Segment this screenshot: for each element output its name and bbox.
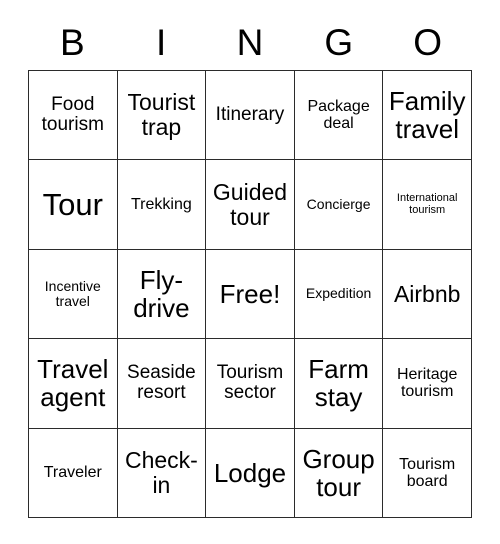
- bingo-header-letter-i: I: [156, 21, 167, 63]
- bingo-cell-r1c2[interactable]: Tourist trap: [117, 71, 207, 161]
- bingo-cell-label: Expedition: [305, 285, 372, 302]
- bingo-cell-r3c5[interactable]: Airbnb: [383, 249, 472, 340]
- bingo-free-space-label: Free!: [219, 278, 281, 309]
- bingo-cell-r2c3[interactable]: Guided tour: [206, 160, 295, 250]
- bingo-cell-r2c1[interactable]: Tour: [29, 160, 118, 250]
- bingo-cell-label: Tour: [42, 186, 103, 222]
- bingo-cell-r1c5[interactable]: Family travel: [383, 71, 472, 161]
- bingo-cell-label: Check-in: [124, 446, 198, 498]
- bingo-cell-r3c4[interactable]: Expedition: [294, 249, 384, 340]
- bingo-cell-r5c2[interactable]: Check-in: [117, 428, 207, 518]
- bingo-cell-label: Itinerary: [215, 103, 285, 125]
- bingo-cell-label: Package deal: [307, 97, 370, 133]
- bingo-cell-r4c4[interactable]: Farm stay: [294, 339, 384, 429]
- bingo-cell-label: Farm stay: [308, 354, 369, 413]
- bingo-header-letter-n: N: [236, 21, 264, 63]
- bingo-header-letter-b: B: [60, 21, 85, 63]
- bingo-cell-r2c4[interactable]: Concierge: [294, 160, 384, 250]
- bingo-cell-label: Seaside resort: [127, 361, 196, 404]
- bingo-cell-label: International tourism: [396, 191, 458, 216]
- bingo-cell-label: Food tourism: [41, 93, 104, 136]
- bingo-cell-label: Concierge: [306, 196, 371, 213]
- bingo-cell-r5c5[interactable]: Tourism board: [383, 428, 472, 518]
- bingo-cell-label: Group tour: [302, 443, 375, 502]
- bingo-cell-r4c5[interactable]: Heritage tourism: [383, 339, 472, 429]
- bingo-cell-r2c2[interactable]: Trekking: [117, 160, 207, 250]
- bingo-cell-label: Guided tour: [212, 178, 288, 230]
- bingo-cell-label: Fly-drive: [133, 264, 190, 323]
- bingo-cell-r3c1[interactable]: Incentive travel: [29, 249, 118, 340]
- bingo-cell-label: Traveler: [43, 464, 102, 482]
- bingo-cell-r1c1[interactable]: Food tourism: [29, 71, 118, 161]
- bingo-cell-r5c1[interactable]: Traveler: [29, 428, 118, 518]
- bingo-cell-label: Family travel: [388, 86, 466, 145]
- bingo-cell-label: Lodge: [213, 457, 287, 488]
- bingo-cell-r4c1[interactable]: Travel agent: [29, 339, 118, 429]
- bingo-cell-label: Heritage tourism: [396, 366, 458, 401]
- bingo-cell-r1c4[interactable]: Package deal: [294, 71, 384, 161]
- bingo-cell-r1c3[interactable]: Itinerary: [206, 71, 295, 161]
- bingo-cell-free-space[interactable]: Free!: [206, 249, 295, 340]
- bingo-cell-label: Travel agent: [37, 354, 109, 413]
- bingo-header-letter-o: O: [413, 21, 442, 63]
- bingo-header-row: B I N G O: [28, 14, 472, 70]
- bingo-cell-label: Tourist trap: [127, 89, 196, 141]
- bingo-cell-r2c5[interactable]: International tourism: [383, 160, 472, 250]
- bingo-card: B I N G O Food tourism Tourist trap Itin…: [28, 14, 472, 518]
- bingo-cell-label: Tourism board: [399, 455, 456, 490]
- bingo-cell-r4c2[interactable]: Seaside resort: [117, 339, 207, 429]
- bingo-grid: Food tourism Tourist trap Itinerary Pack…: [28, 70, 472, 518]
- bingo-cell-r3c2[interactable]: Fly-drive: [117, 249, 207, 340]
- bingo-cell-label: Airbnb: [393, 280, 461, 307]
- bingo-cell-label: Tourism sector: [216, 361, 284, 404]
- bingo-cell-r4c3[interactable]: Tourism sector: [206, 339, 295, 429]
- bingo-header-letter-g: G: [324, 21, 354, 63]
- bingo-cell-r5c4[interactable]: Group tour: [294, 428, 384, 518]
- bingo-cell-label: Incentive travel: [44, 277, 101, 309]
- bingo-cell-label: Trekking: [131, 195, 192, 213]
- bingo-cell-r5c3[interactable]: Lodge: [206, 428, 295, 518]
